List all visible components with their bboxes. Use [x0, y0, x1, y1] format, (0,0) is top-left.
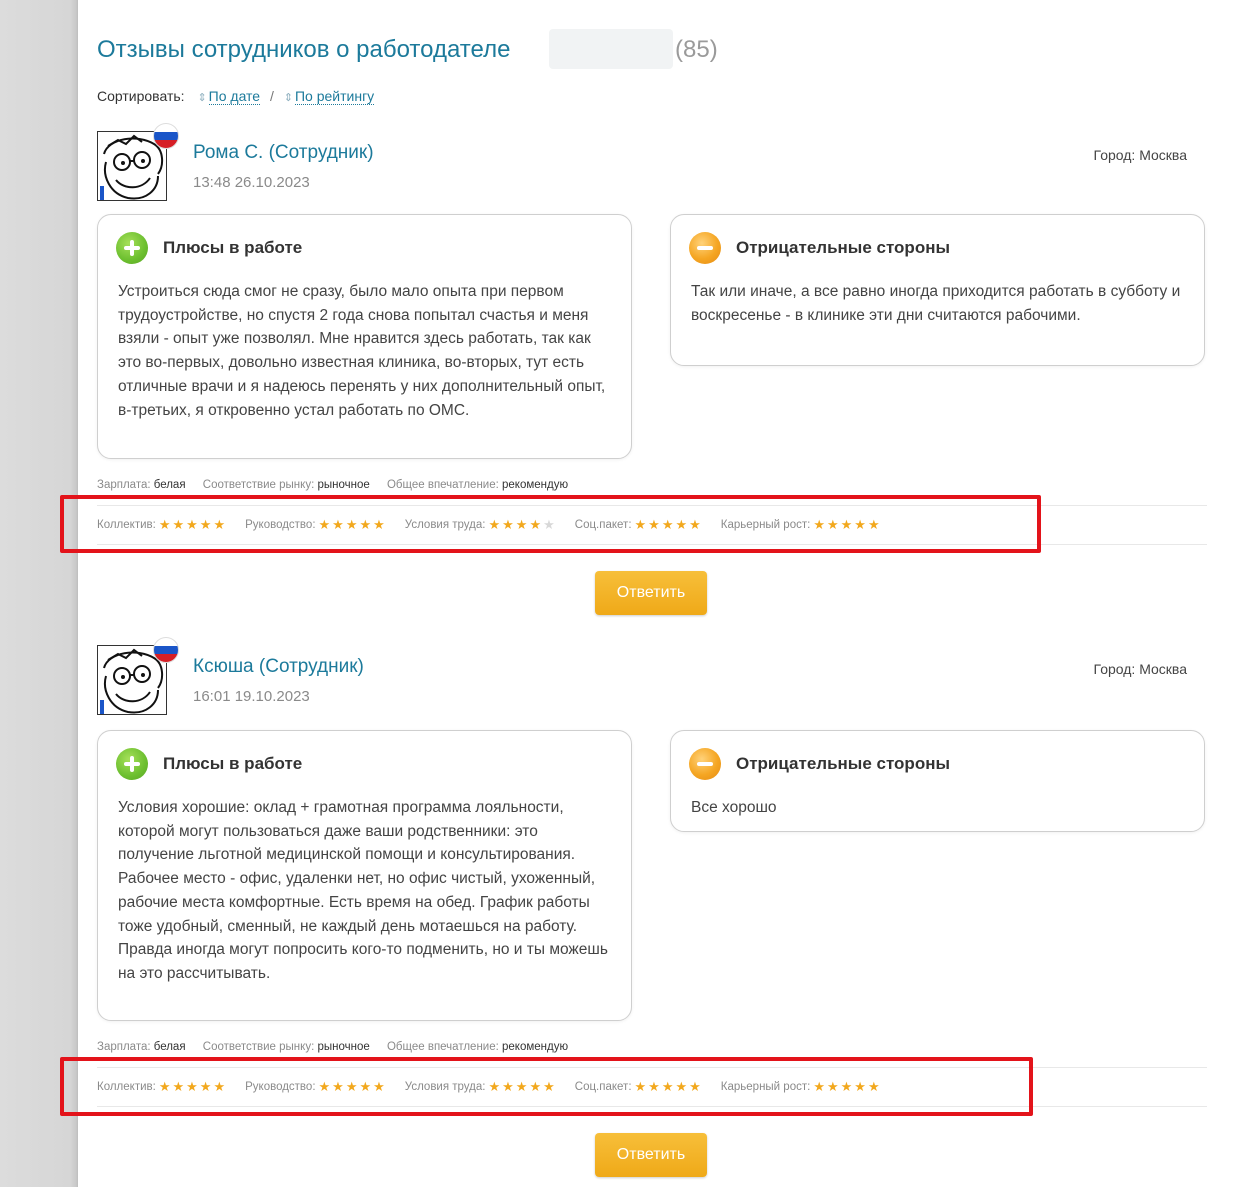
review-meta: Зарплата: белая Соответствие рынку: рыно… [97, 1041, 582, 1053]
cons-text: Так или иначе, а все равно иногда приход… [691, 283, 1181, 324]
cons-box: Отрицательные стороны Так или иначе, а в… [670, 214, 1205, 366]
pros-title: Плюсы в работе [163, 238, 303, 257]
plus-circle-icon [116, 232, 148, 264]
sort-separator: / [269, 88, 274, 104]
minus-circle-icon [689, 232, 721, 264]
russia-flag-icon [153, 637, 179, 663]
market-value: рыночное [317, 1041, 370, 1053]
salary-value: белая [153, 479, 186, 491]
review-count: (85) [675, 36, 718, 63]
sort-arrows-icon: ⇕ [283, 92, 293, 104]
impression-label: Общее впечатление: [386, 479, 499, 491]
impression-value: рекомендую [502, 1041, 569, 1053]
review-author[interactable]: Ксюша (Сотрудник) [193, 656, 364, 678]
sort-by-rating-link[interactable]: По рейтингу [294, 88, 375, 105]
cons-header: Отрицательные стороны [689, 232, 950, 264]
reply-button[interactable]: Ответить [595, 1133, 707, 1177]
sort-label: Сортировать: [97, 88, 185, 104]
pros-header: Плюсы в работе [116, 232, 302, 264]
sort-bar: Сортировать: ⇕ По дате / ⇕ По рейтингу [97, 88, 375, 105]
cons-header: Отрицательные стороны [689, 748, 950, 780]
cons-text: Все хорошо [691, 799, 777, 816]
reply-button[interactable]: Ответить [595, 571, 707, 615]
left-gutter [0, 0, 78, 1187]
sort-by-date-link[interactable]: По дате [208, 88, 261, 105]
pros-text: Устроиться сюда смог не сразу, было мало… [118, 283, 606, 419]
impression-label: Общее впечатление: [386, 1041, 499, 1053]
review-city: Город: Москва [1093, 147, 1187, 163]
pros-box: Плюсы в работе Условия хорошие: оклад + … [97, 730, 632, 1021]
cons-title: Отрицательные стороны [736, 754, 950, 773]
highlight-box [60, 495, 1041, 553]
review-author[interactable]: Рома С. (Сотрудник) [193, 142, 374, 164]
salary-value: белая [153, 1041, 186, 1053]
cons-box: Отрицательные стороны Все хорошо [670, 730, 1205, 832]
market-label: Соответствие рынку: [202, 479, 315, 491]
minus-circle-icon [689, 748, 721, 780]
pros-box: Плюсы в работе Устроиться сюда смог не с… [97, 214, 632, 459]
highlight-box [60, 1057, 1033, 1116]
cons-title: Отрицательные стороны [736, 238, 950, 257]
market-value: рыночное [317, 479, 370, 491]
review-meta: Зарплата: белая Соответствие рынку: рыно… [97, 479, 582, 491]
review-card: Рома С. (Сотрудник) 13:48 26.10.2023 Гор… [60, 123, 1207, 621]
pros-title: Плюсы в работе [163, 754, 303, 773]
salary-label: Зарплата: [97, 479, 151, 491]
review-date: 16:01 19.10.2023 [193, 688, 310, 705]
salary-label: Зарплата: [97, 1041, 151, 1053]
plus-circle-icon [116, 748, 148, 780]
market-label: Соответствие рынку: [202, 1041, 315, 1053]
russia-flag-icon [153, 123, 179, 149]
blurred-employer-name [549, 29, 673, 69]
sort-arrows-icon: ⇕ [197, 92, 207, 104]
review-card: Ксюша (Сотрудник) 16:01 19.10.2023 Город… [60, 637, 1207, 1185]
review-date: 13:48 26.10.2023 [193, 174, 310, 191]
impression-value: рекомендую [502, 479, 569, 491]
pros-header: Плюсы в работе [116, 748, 302, 780]
pros-text: Условия хорошие: оклад + грамотная прогр… [118, 799, 608, 982]
page-title: Отзывы сотрудников о работодателе [97, 36, 511, 63]
review-city: Город: Москва [1093, 661, 1187, 677]
